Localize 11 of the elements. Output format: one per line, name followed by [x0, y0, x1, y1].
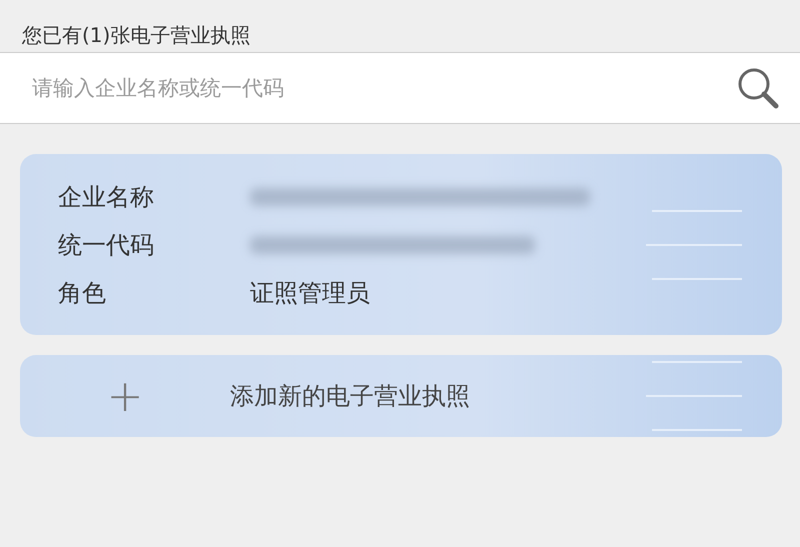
add-license-label: 添加新的电子营业执照 — [230, 381, 470, 412]
license-card[interactable]: 企业名称 统一代码 角色 证照管理员 — [20, 154, 782, 335]
plus-icon: + — [20, 370, 230, 422]
field-label: 角色 — [58, 278, 107, 308]
search-input[interactable]: 请输入企业名称或统一代码 — [30, 75, 734, 101]
field-label: 统一代码 — [58, 230, 155, 260]
field-label: 企业名称 — [58, 182, 155, 212]
license-count-title: 您已有(1)张电子营业执照 — [21, 22, 252, 49]
add-license-card[interactable]: + 添加新的电子营业执照 — [20, 355, 782, 437]
search-field[interactable]: 请输入企业名称或统一代码 — [0, 52, 800, 124]
field-value: 证照管理员 — [250, 278, 370, 306]
